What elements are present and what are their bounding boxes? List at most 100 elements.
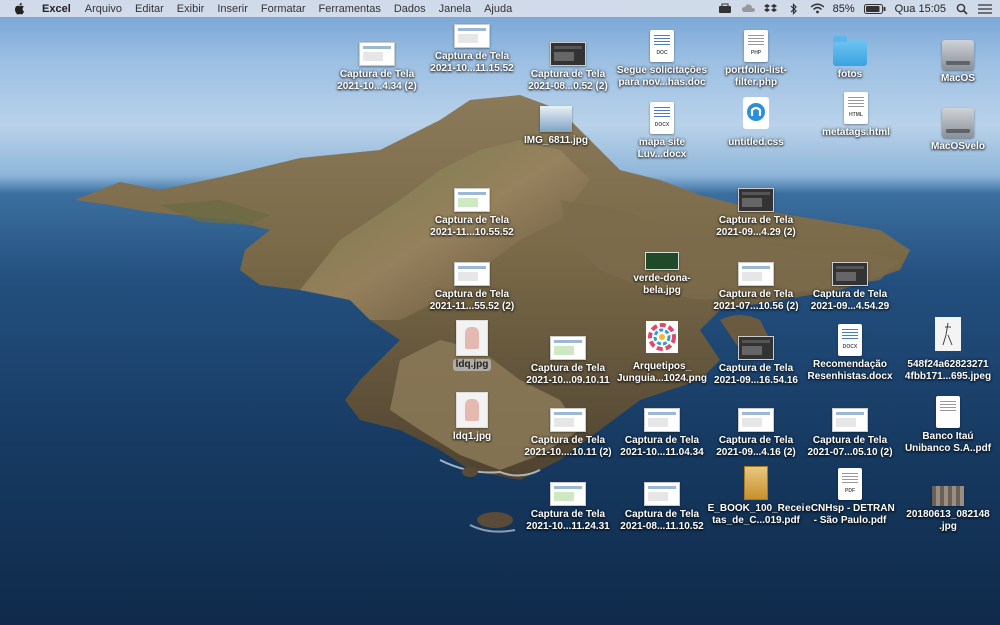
desktop-icon[interactable]: Captura de Tela 2021-10...4.34 (2)	[327, 30, 427, 93]
battery-percentage[interactable]: 85%	[833, 3, 855, 15]
desktop-icon-label: portfolio-list-filter.php	[725, 65, 787, 88]
desktop-icon[interactable]: MacOSvelo	[908, 102, 1000, 153]
desktop-icon-label: Captura de Tela 2021-07...10.56 (2)	[713, 289, 799, 312]
dropbox-icon[interactable]	[764, 3, 778, 15]
desktop-icon[interactable]: Captura de Tela 2021-09...16.54.16	[706, 324, 806, 387]
desktop-icon-label: ldq1.jpg	[452, 431, 492, 442]
desktop-icon[interactable]: Captura de Tela 2021-08...11.10.52	[612, 470, 712, 533]
desktop-icon-label: MacOSvelo	[931, 141, 985, 152]
cloud-icon[interactable]	[741, 3, 755, 15]
desktop-icon-label: ldq.jpg	[452, 359, 492, 371]
menu-bar: Excel Arquivo Editar Exibir Inserir Form…	[0, 0, 1000, 17]
desktop-icon[interactable]: untitled.css	[706, 97, 806, 149]
toolbox-icon[interactable]	[718, 3, 732, 15]
desktop-icon[interactable]: Captura de Tela 2021-11...55.52 (2)	[422, 250, 522, 313]
desktop-icon[interactable]: Captura de Tela 2021-09...4.16 (2)	[706, 396, 806, 459]
desktop-icon[interactable]: PDF eCNHsp - DETRAN - São Paulo.pdf	[800, 464, 900, 527]
menu-inserir[interactable]: Inserir	[217, 3, 248, 15]
app-menu-excel[interactable]: Excel	[42, 3, 71, 15]
control-center-icon[interactable]	[978, 3, 992, 15]
menu-ajuda[interactable]: Ajuda	[484, 3, 512, 15]
desktop-icon[interactable]: ldq.jpg	[422, 320, 522, 371]
desktop-icon[interactable]: Captura de Tela 2021-08...0.52 (2)	[518, 30, 618, 93]
desktop-icon[interactable]: IMG_6811.jpg	[506, 96, 606, 147]
screenshot-thumbnail-icon	[550, 324, 586, 360]
image-thumbnail-icon	[932, 470, 964, 506]
desktop-icon[interactable]: verde-dona-bela.jpg	[612, 234, 712, 297]
battery-icon[interactable]	[863, 3, 886, 15]
photo-thumbnail-icon	[456, 320, 488, 356]
image-thumbnail-icon	[645, 234, 679, 270]
desktop-icon[interactable]: MacOS	[908, 34, 1000, 85]
desktop-icon[interactable]: 548f24a62823271 4fbb171...695.jpeg	[898, 317, 998, 383]
desktop-icon-label: Captura de Tela 2021-10...09.10.11	[526, 363, 610, 386]
hard-drive-icon	[942, 102, 974, 138]
desktop-icon[interactable]: Captura de Tela 2021-10...11.15.52	[422, 12, 522, 75]
image-thumbnail-icon	[646, 321, 678, 358]
desktop-icon-label: 548f24a62823271 4fbb171...695.jpeg	[904, 359, 992, 382]
desktop-icon[interactable]: Captura de Tela 2021-09...4.29 (2)	[706, 176, 806, 239]
menu-ferramentas[interactable]: Ferramentas	[319, 3, 381, 15]
desktop-icon-label: Arquetipos_ Junguia...1024.png	[616, 361, 708, 384]
desktop-icon[interactable]: Arquetipos_ Junguia...1024.png	[612, 321, 712, 385]
desktop-icon-label: Captura de Tela 2021-07...05.10 (2)	[807, 435, 893, 458]
document-file-icon: DOC	[650, 26, 674, 62]
screenshot-thumbnail-icon	[644, 470, 680, 506]
menu-editar[interactable]: Editar	[135, 3, 164, 15]
desktop-icon[interactable]: HTML metatags.html	[806, 88, 906, 139]
menu-exibir[interactable]: Exibir	[177, 3, 205, 15]
menu-bar-clock[interactable]: Qua 15:05	[895, 3, 946, 15]
desktop-icon[interactable]: Banco Itaú Unibanco S.A..pdf	[898, 392, 998, 455]
desktop-icon[interactable]: Captura de Tela 2021-10...11.04.34	[612, 396, 712, 459]
screenshot-thumbnail-icon	[644, 396, 680, 432]
menu-dados[interactable]: Dados	[394, 3, 426, 15]
photo-thumbnail-icon	[456, 392, 488, 428]
desktop-icon[interactable]: Captura de Tela 2021-09...4.54.29	[800, 250, 900, 313]
desktop-icon-label: IMG_6811.jpg	[524, 135, 588, 146]
document-file-icon: PHP	[744, 26, 768, 62]
desktop-icon[interactable]: Captura de Tela 2021-07...10.56 (2)	[706, 250, 806, 313]
desktop-icon[interactable]: PHP portfolio-list-filter.php	[706, 26, 806, 89]
desktop-icon-label: metatags.html	[822, 127, 890, 138]
desktop-icon[interactable]: 20180613_082148 .jpg	[898, 470, 998, 533]
desktop-icon-label: Captura de Tela 2021-11...55.52 (2)	[429, 289, 515, 312]
menu-janela[interactable]: Janela	[439, 3, 471, 15]
desktop-icon-label: Captura de Tela 2021-08...0.52 (2)	[528, 69, 608, 92]
desktop-icon[interactable]: DOCX Recomendação Resenhistas.docx	[800, 320, 900, 383]
desktop-icon[interactable]: Captura de Tela 2021-07...05.10 (2)	[800, 396, 900, 459]
screenshot-thumbnail-icon	[832, 250, 868, 286]
desktop-icon[interactable]: DOC Segue solicitações para nov...has.doc	[612, 26, 712, 89]
screenshot-thumbnail-icon	[832, 396, 868, 432]
desktop-icon[interactable]: DOCX mapa site Luv...docx	[612, 98, 712, 161]
desktop-icon[interactable]: E_BOOK_100_Recei tas_de_C...019.pdf	[706, 464, 806, 527]
spotlight-search-icon[interactable]	[955, 3, 969, 15]
desktop-icon-label: E_BOOK_100_Recei tas_de_C...019.pdf	[707, 503, 805, 526]
bluetooth-icon[interactable]	[787, 2, 801, 15]
desktop-icon-label: Captura de Tela 2021-08...11.10.52	[620, 509, 704, 532]
screenshot-thumbnail-icon	[738, 396, 774, 432]
screenshot-thumbnail-icon	[454, 250, 490, 286]
desktop-icon[interactable]: ldq1.jpg	[422, 392, 522, 443]
desktop-icon[interactable]: Captura de Tela 2021-10...09.10.11	[518, 324, 618, 387]
css-file-icon	[743, 97, 769, 134]
desktop-icon-label: fotos	[837, 69, 863, 80]
menu-arquivo[interactable]: Arquivo	[85, 3, 122, 15]
desktop-icon[interactable]: Captura de Tela 2021-10...11.24.31	[518, 470, 618, 533]
desktop-icon-label: 20180613_082148 .jpg	[906, 509, 990, 532]
screenshot-thumbnail-icon	[454, 12, 490, 48]
wifi-icon[interactable]	[810, 3, 824, 15]
screenshot-thumbnail-icon	[359, 30, 395, 66]
desktop-icon-label: Captura de Tela 2021-09...16.54.16	[714, 363, 798, 386]
menu-bar-status-area: 85% Qua 15:05	[718, 0, 992, 17]
screenshot-thumbnail-icon	[738, 250, 774, 286]
document-file-icon: HTML	[844, 88, 868, 124]
screenshot-thumbnail-icon	[738, 324, 774, 360]
desktop-icon[interactable]: Captura de Tela 2021-10....10.11 (2)	[518, 396, 618, 459]
image-thumbnail-icon	[540, 96, 572, 132]
apple-menu-icon[interactable]	[14, 2, 28, 16]
desktop-icon[interactable]: fotos	[800, 30, 900, 81]
desktop-icon-label: Captura de Tela 2021-10...4.34 (2)	[337, 69, 417, 92]
menu-formatar[interactable]: Formatar	[261, 3, 306, 15]
desktop-icon[interactable]: Captura de Tela 2021-11...10.55.52	[422, 176, 522, 239]
document-file-icon	[936, 392, 960, 428]
